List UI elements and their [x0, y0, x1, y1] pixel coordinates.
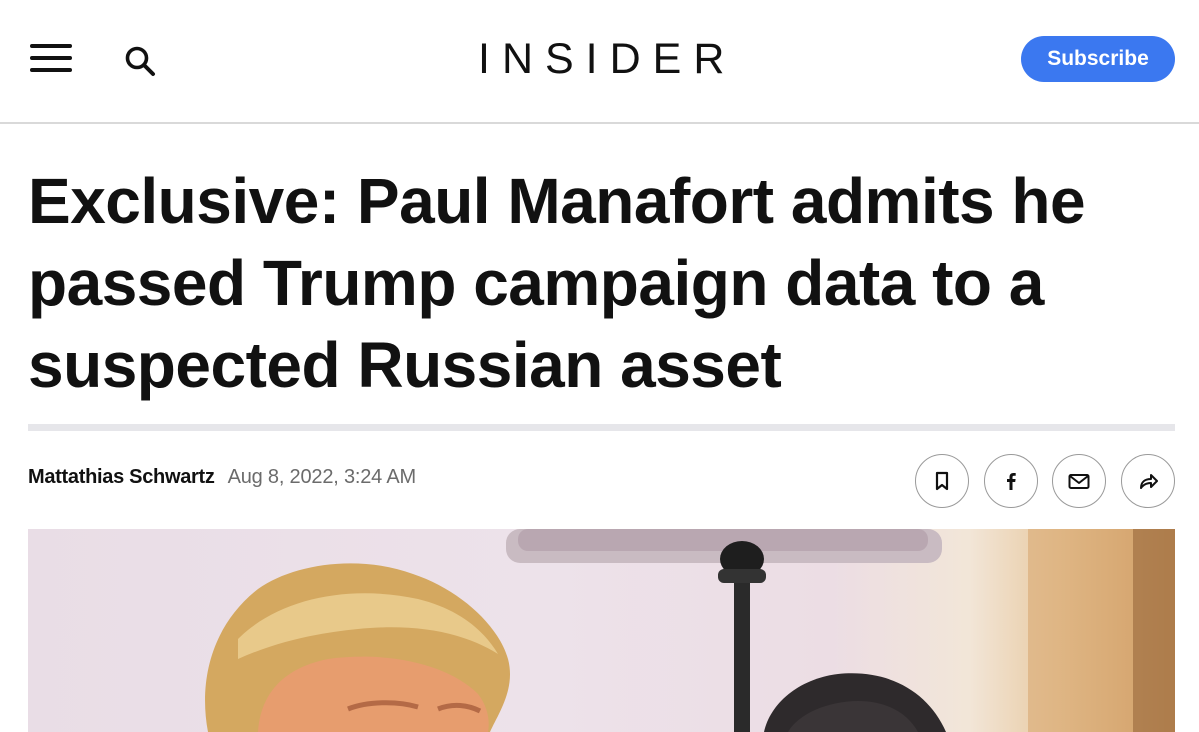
article-page: HOME›POLITICS INSIDER Subscribe Exclusiv…	[0, 0, 1199, 732]
article-headline: Exclusive: Paul Manafort admits he passe…	[28, 165, 1086, 401]
site-header: INSIDER Subscribe	[0, 0, 1199, 124]
bookmark-button[interactable]	[915, 454, 969, 508]
share-icon	[1140, 474, 1158, 489]
author-link[interactable]: Mattathias Schwartz	[28, 466, 215, 489]
hero-photo	[205, 529, 1175, 732]
facebook-icon	[1007, 473, 1016, 490]
menu-button[interactable]	[30, 42, 72, 74]
email-share-button[interactable]	[1052, 454, 1106, 508]
share-button[interactable]	[1121, 454, 1175, 508]
publish-date: Aug 8, 2022, 3:24 AM	[227, 466, 417, 488]
search-icon	[125, 46, 155, 76]
site-logo[interactable]: INSIDER	[478, 34, 724, 84]
bookmark-icon	[935, 471, 949, 491]
byline: Mattathias Schwartz Aug 8, 2022, 3:24 AM	[28, 466, 416, 494]
hero-image	[28, 529, 1175, 732]
hamburger-icon	[30, 44, 72, 48]
search-button[interactable]	[122, 43, 158, 79]
email-icon	[1068, 474, 1090, 489]
facebook-share-button[interactable]	[984, 454, 1038, 508]
subscribe-button[interactable]: Subscribe	[1021, 36, 1175, 82]
headline-divider	[28, 424, 1175, 431]
